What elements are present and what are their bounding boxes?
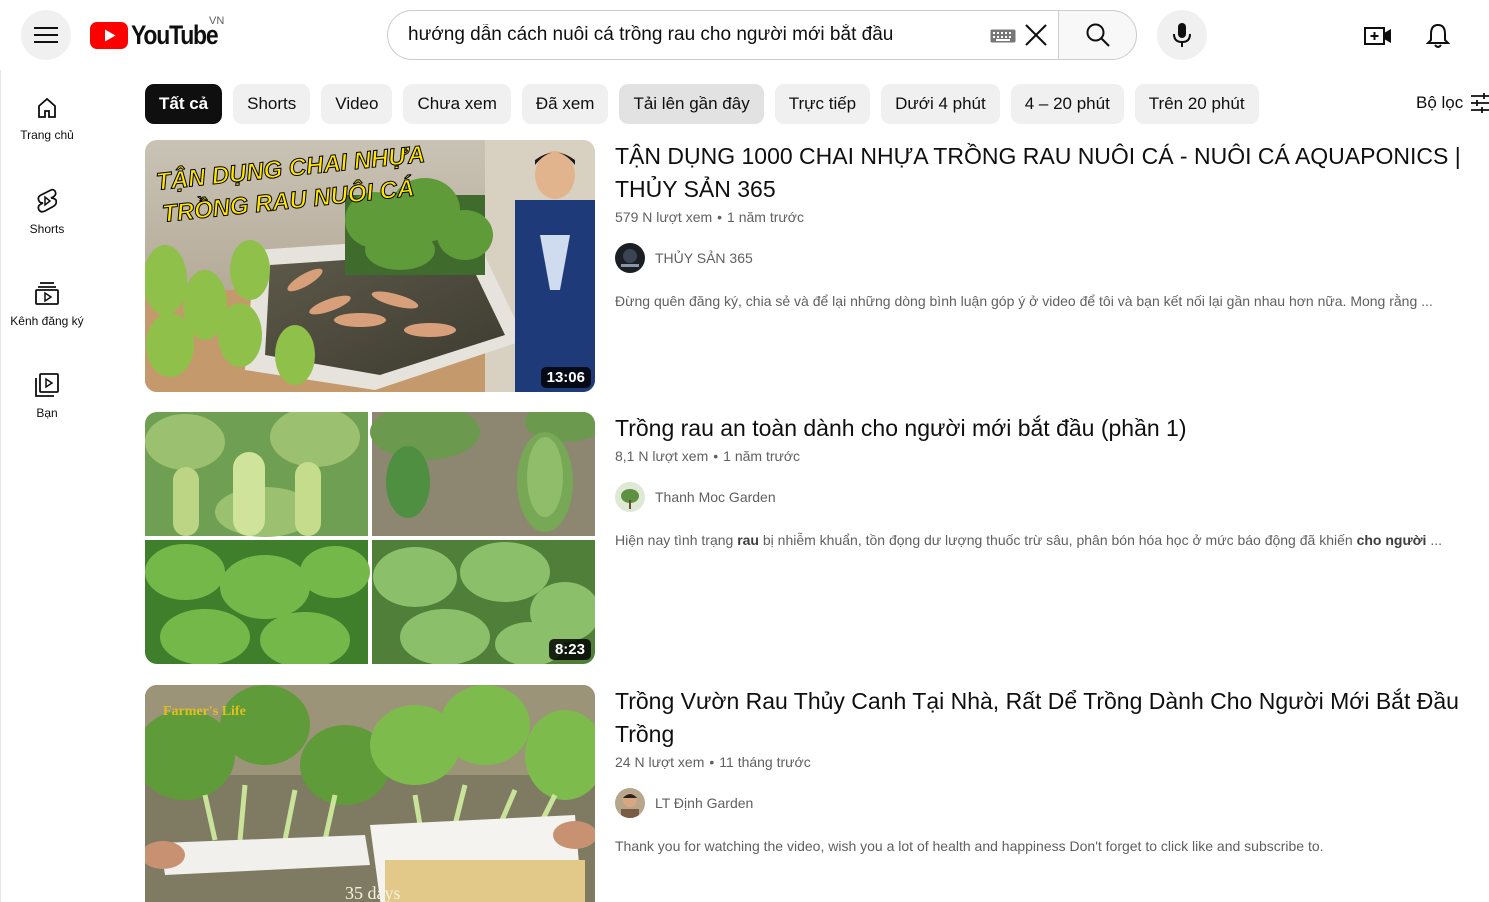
search-input[interactable]	[408, 24, 978, 46]
chip-all[interactable]: Tất cả	[145, 84, 223, 124]
video-result: 8:23 Trồng rau an toàn dành cho người mớ…	[145, 412, 1485, 664]
upload-age: 1 năm trước	[727, 209, 804, 225]
thumbnail-caption: 35 days	[345, 883, 401, 902]
upload-age: 11 tháng trước	[719, 754, 811, 770]
chip-under-4-min[interactable]: Dưới 4 phút	[881, 84, 1000, 124]
video-info: Trồng rau an toàn dành cho người mới bắt…	[615, 412, 1480, 548]
sidebar-item-label: Bạn	[36, 406, 58, 420]
video-result: TẬN DỤNG CHAI NHỰA TRỒNG RAU NUÔI CÁ 13:…	[145, 140, 1485, 392]
view-count: 8,1 N lượt xem	[615, 448, 709, 464]
video-meta: 24 N lượt xem • 11 tháng trước	[615, 754, 811, 770]
home-icon	[38, 97, 56, 118]
channel-info[interactable]: THỦY SẢN 365	[615, 243, 1480, 273]
channel-info[interactable]: Thanh Moc Garden	[615, 482, 1480, 512]
channel-info[interactable]: LT Định Garden	[615, 788, 1480, 818]
create-video-button[interactable]	[1356, 14, 1400, 58]
region-code: VN	[209, 15, 225, 27]
subscriptions-icon	[35, 282, 59, 305]
video-info: Trồng Vườn Rau Thủy Canh Tại Nhà, Rất Dể…	[615, 685, 1480, 854]
video-duration: 13:06	[540, 367, 591, 388]
sidebar-item-shorts[interactable]: Shorts	[1, 188, 93, 268]
video-add-icon	[1364, 27, 1391, 45]
upload-age: 1 năm trước	[723, 448, 801, 464]
chip-watched[interactable]: Đã xem	[521, 84, 609, 124]
video-title[interactable]: Trồng rau an toàn dành cho người mới bắt…	[615, 412, 1480, 445]
notifications-button[interactable]	[1416, 14, 1460, 58]
filter-icon	[1471, 93, 1489, 113]
youtube-logo-text: YouTube	[131, 19, 219, 50]
channel-name[interactable]: Thanh Moc Garden	[655, 489, 776, 505]
search-icon	[1086, 23, 1110, 47]
chip-over-20-min[interactable]: Trên 20 phút	[1134, 84, 1259, 124]
search-box	[387, 10, 1058, 60]
video-description: Hiện nay tình trạng rau bị nhiễm khuẩn, …	[615, 532, 1442, 548]
search-button[interactable]	[1058, 10, 1137, 60]
you-icon	[35, 373, 59, 397]
chip-4-20-min[interactable]: 4 – 20 phút	[1010, 84, 1124, 124]
masthead: YouTube VN	[0, 0, 1489, 70]
avatar[interactable]	[615, 482, 645, 512]
mini-guide: Trang chủ Shorts Kênh đăng ký Bạn	[0, 70, 92, 902]
filter-label: Bộ lọc	[1416, 93, 1464, 112]
video-info: TẬN DỤNG 1000 CHAI NHỰA TRỒNG RAU NUÔI C…	[615, 140, 1480, 309]
video-title[interactable]: Trồng Vườn Rau Thủy Canh Tại Nhà, Rất Dể…	[615, 685, 1480, 751]
sidebar-item-subscriptions[interactable]: Kênh đăng ký	[1, 280, 93, 360]
video-title[interactable]: TẬN DỤNG 1000 CHAI NHỰA TRỒNG RAU NUÔI C…	[615, 140, 1480, 206]
microphone-icon	[1173, 23, 1191, 47]
sidebar-item-you[interactable]: Bạn	[1, 372, 93, 452]
video-description: Đừng quên đăng ký, chia sẻ và để lại nhữ…	[615, 293, 1433, 309]
sidebar-item-label: Shorts	[29, 222, 65, 236]
sidebar-item-home[interactable]: Trang chủ	[1, 96, 93, 176]
video-duration: 8:23	[548, 639, 591, 660]
channel-name[interactable]: THỦY SẢN 365	[655, 250, 753, 266]
keyboard-icon[interactable]	[990, 29, 1016, 48]
clear-search-icon[interactable]	[1023, 22, 1049, 53]
bell-icon	[1426, 23, 1450, 48]
video-description: Thank you for watching the video, wish y…	[615, 838, 1324, 854]
video-thumbnail[interactable]: TẬN DỤNG CHAI NHỰA TRỒNG RAU NUÔI CÁ 13:…	[145, 140, 595, 392]
sidebar-item-label: Kênh đăng ký	[10, 314, 84, 328]
video-meta: 8,1 N lượt xem • 1 năm trước	[615, 448, 801, 464]
hamburger-icon	[34, 27, 58, 43]
chip-unwatched[interactable]: Chưa xem	[403, 84, 511, 124]
view-count: 24 N lượt xem	[615, 754, 705, 770]
chip-recently-uploaded[interactable]: Tải lên gần đây	[619, 84, 764, 124]
avatar[interactable]	[615, 788, 645, 818]
avatar[interactable]	[615, 243, 645, 273]
voice-search-button[interactable]	[1157, 10, 1207, 60]
chip-live[interactable]: Trực tiếp	[774, 84, 871, 124]
chip-shorts[interactable]: Shorts	[233, 84, 311, 124]
shorts-icon	[37, 188, 58, 213]
chip-video[interactable]: Video	[321, 84, 393, 124]
search-filters-button[interactable]: Bộ lọc	[1416, 92, 1489, 114]
sidebar-item-label: Trang chủ	[20, 128, 74, 142]
filter-chips-bar: Tất cả Shorts Video Chưa xem Đã xem Tải …	[145, 84, 1259, 124]
channel-name[interactable]: LT Định Garden	[655, 795, 753, 811]
thumbnail-caption: Farmer's Life	[163, 704, 246, 719]
video-thumbnail[interactable]: Farmer's Life 35 days	[145, 685, 595, 902]
video-meta: 579 N lượt xem • 1 năm trước	[615, 209, 804, 225]
video-thumbnail[interactable]: 8:23	[145, 412, 595, 664]
video-result: Farmer's Life 35 days Trồng Vườn Rau Thủ…	[145, 685, 1485, 902]
youtube-play-icon	[90, 21, 128, 49]
guide-menu-button[interactable]	[21, 10, 71, 60]
view-count: 579 N lượt xem	[615, 209, 713, 225]
